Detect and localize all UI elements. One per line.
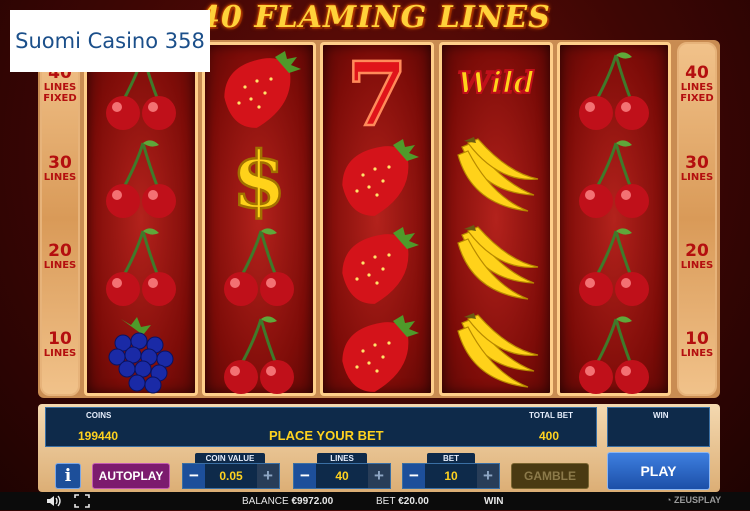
cherry-symbol [560,221,668,309]
balance-label: BALANCE [242,496,289,507]
provider-logo: ◔ ZEUSPLAY [666,495,721,505]
dollar-symbol: $ [205,133,313,221]
grapes-symbol [87,309,195,397]
status-bet-label: BET [376,496,396,507]
lines-increase-button[interactable]: + [368,464,390,488]
casino-brand-badge: Suomi Casino 358 [10,10,210,72]
status-message: PLACE YOUR BET [269,428,384,443]
win-label: WIN [653,411,669,420]
gamble-button[interactable]: GAMBLE [511,463,589,489]
seven-symbol: 7 [323,45,431,133]
banana-symbol [442,221,550,309]
strawberry-symbol [323,221,431,309]
cherry-symbol [560,45,668,133]
lines-value: 40 [335,469,349,483]
coin-value-decrease-button[interactable]: − [183,464,205,488]
cherry-symbol [560,309,668,397]
cherry-symbol [560,133,668,221]
coin-value-value: 0.05 [219,469,243,483]
sound-icon[interactable] [46,494,62,511]
cherry-symbol [87,221,195,309]
balance-value: €9972.00 [291,496,334,507]
lines-indicator-10: 10 LINES [680,329,714,359]
right-lines-panel: 40 LINES FIXED 30 LINES 20 LINES 10 LINE… [677,42,717,396]
bet-value: 10 [444,469,458,483]
bet-stepper: − 10 + [402,463,500,489]
lines-indicator-40: 40 LINES FIXED [680,63,714,104]
coins-label: COINS [86,411,112,420]
strawberry-symbol [323,309,431,397]
coins-value: 199440 [78,429,119,443]
lines-decrease-button[interactable]: − [294,464,316,488]
status-bet-value: €20.00 [398,496,429,507]
status-bar: BALANCE €9972.00 BET €20.00 WIN ◔ ZEUSPL… [0,492,750,510]
reel-5 [557,42,671,396]
autoplay-button[interactable]: AUTOPLAY [92,463,170,489]
cherry-symbol [205,221,313,309]
reel-4: Wild [439,42,553,396]
banana-symbol [442,133,550,221]
wild-symbol: Wild [442,45,550,133]
casino-brand-label: Suomi Casino 358 [15,29,205,53]
lines-indicator-10: 10 LINES [43,329,77,359]
bet-increase-button[interactable]: + [477,464,499,488]
coin-value-increase-button[interactable]: + [257,464,279,488]
info-bar: COINS 199440 PLACE YOUR BET TOTAL BET 40… [45,407,597,447]
left-lines-panel: 40 LINES FIXED 30 LINES 20 LINES 10 LINE… [40,42,80,396]
reel-3: 7 [320,42,434,396]
info-button[interactable]: i [55,463,81,489]
lines-indicator-20: 20 LINES [43,241,77,271]
strawberry-symbol [205,45,313,133]
coin-value-stepper: − 0.05 + [182,463,280,489]
cherry-symbol [205,309,313,397]
balance-readout: BALANCE €9972.00 [242,496,333,507]
bet-readout: BET €20.00 [376,496,429,507]
lines-indicator-20: 20 LINES [680,241,714,271]
strawberry-symbol [323,133,431,221]
svg-text:$: $ [232,135,286,221]
provider-icon: ◔ [666,495,672,505]
cherry-symbol [87,133,195,221]
reel-1 [84,42,198,396]
lines-indicator-30: 30 LINES [680,153,714,183]
lines-stepper: − 40 + [293,463,391,489]
svg-text:7: 7 [346,45,407,133]
banana-symbol [442,309,550,397]
reel-2: $ [202,42,316,396]
status-win-label: WIN [484,496,504,507]
fullscreen-icon[interactable] [74,494,90,511]
total-bet-label: TOTAL BET [529,411,573,420]
lines-indicator-30: 30 LINES [43,153,77,183]
win-display: WIN [607,407,710,447]
total-bet-value: 400 [539,429,560,443]
provider-label: ZEUSPLAY [673,495,722,505]
play-button[interactable]: PLAY [607,452,710,490]
svg-text:Wild: Wild [458,66,535,101]
bet-decrease-button[interactable]: − [403,464,425,488]
